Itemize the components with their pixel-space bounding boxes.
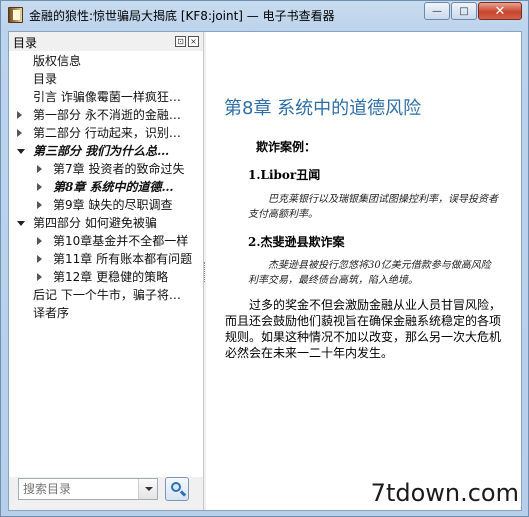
toc-item[interactable]: 译者序: [33, 304, 201, 322]
search-history-dropdown[interactable]: [138, 479, 157, 499]
toc-item[interactable]: 引言 诈骗像霉菌一样疯狂…: [33, 88, 201, 106]
toc-item[interactable]: 第11章 所有账本都有问题: [53, 250, 201, 268]
body-paragraph: 过多的奖金不但会激励金融从业人员甘冒风险，而且还会鼓励他们藐视旨在确保金融系统稳…: [225, 298, 502, 360]
expanded-arrow-icon[interactable]: [17, 221, 25, 226]
toc-item[interactable]: 第10章基金并不全都一样: [53, 232, 201, 250]
ebook-viewer-window: 金融的狼性:惊世骗局大揭底 [KF8:joint] — 电子书查看器 — □ ✕…: [0, 0, 529, 517]
case1-title: 1.Libor丑闻: [248, 168, 321, 182]
toc-item[interactable]: 第7章 投资者的致命过失: [53, 160, 201, 178]
site-watermark: 7tdown.com: [370, 479, 519, 507]
window-controls: — □ ✕: [424, 2, 522, 20]
case2-quote: 杰斐逊县被投行忽悠将30亿美元借款参与做高风险利率交易，最终债台高筑，陷入绝境。: [248, 260, 491, 286]
toc-search-input[interactable]: [18, 478, 158, 500]
collapsed-arrow-icon[interactable]: [37, 165, 42, 173]
toc-item[interactable]: 版权信息: [33, 52, 201, 70]
toc-item[interactable]: 第一部分 永不消逝的金融…: [33, 106, 201, 124]
case2-title: 2.杰斐逊县欺诈案: [248, 235, 345, 249]
collapsed-arrow-icon[interactable]: [37, 201, 42, 209]
window-title: 金融的狼性:惊世骗局大揭底 [KF8:joint] — 电子书查看器: [29, 9, 335, 23]
collapsed-arrow-icon[interactable]: [37, 273, 42, 281]
chapter-title: 第8章 系统中的道德风险: [224, 98, 422, 119]
collapsed-arrow-icon[interactable]: [37, 237, 42, 245]
maximize-button[interactable]: □: [451, 2, 477, 20]
client-area: 目录 ⊡ × 版权信息 目录 引言 诈骗像霉菌一样疯狂… 第一部分 永不消逝的金融… 第…: [8, 31, 522, 511]
toc-item[interactable]: 第四部分 如何避免被骗: [33, 214, 201, 232]
case-heading: 欺诈案例：: [256, 140, 317, 154]
toc-item[interactable]: 第二部分 行动起来，识别…: [33, 124, 201, 142]
toc-title: 目录: [13, 36, 38, 50]
toc-header: 目录 ⊡ ×: [12, 34, 200, 50]
toc-item[interactable]: 第9章 缺失的尽职调查: [53, 196, 201, 214]
expanded-arrow-icon[interactable]: [17, 149, 25, 154]
close-button[interactable]: ✕: [478, 2, 522, 20]
collapsed-arrow-icon[interactable]: [37, 183, 42, 191]
toc-item[interactable]: 第8章 系统中的道德…: [53, 178, 201, 196]
title-bar[interactable]: 金融的狼性:惊世骗局大揭底 [KF8:joint] — 电子书查看器 — □ ✕: [1, 1, 528, 29]
minimize-button[interactable]: —: [424, 2, 450, 20]
collapsed-arrow-icon[interactable]: [37, 255, 42, 263]
float-panel-icon[interactable]: ⊡: [175, 36, 186, 47]
toc-tree[interactable]: 版权信息 目录 引言 诈骗像霉菌一样疯狂… 第一部分 永不消逝的金融… 第二部分 行动起…: [9, 51, 203, 477]
toc-sidebar: 目录 ⊡ × 版权信息 目录 引言 诈骗像霉菌一样疯狂… 第一部分 永不消逝的金融… 第…: [9, 32, 204, 510]
search-button[interactable]: [165, 477, 189, 501]
book-content: 第8章 系统中的道德风险 欺诈案例： 1.Libor丑闻 巴克莱银行以及瑞银集团…: [206, 32, 521, 510]
toc-item[interactable]: 后记 下一个牛市，骗子将…: [33, 286, 201, 304]
collapsed-arrow-icon[interactable]: [17, 129, 22, 137]
book-app-icon: [8, 7, 23, 23]
toc-item[interactable]: 目录: [33, 70, 201, 88]
toc-search-row: [18, 477, 193, 501]
toc-item[interactable]: 第三部分 我们为什么总…: [33, 142, 201, 160]
close-panel-icon[interactable]: ×: [188, 36, 199, 47]
case1-quote: 巴克莱银行以及瑞银集团试图操控利率，误导投资者支付高额利率。: [248, 194, 498, 220]
search-icon: [171, 482, 181, 492]
toc-item[interactable]: 第12章 更稳健的策略: [53, 268, 201, 286]
collapsed-arrow-icon[interactable]: [17, 111, 22, 119]
